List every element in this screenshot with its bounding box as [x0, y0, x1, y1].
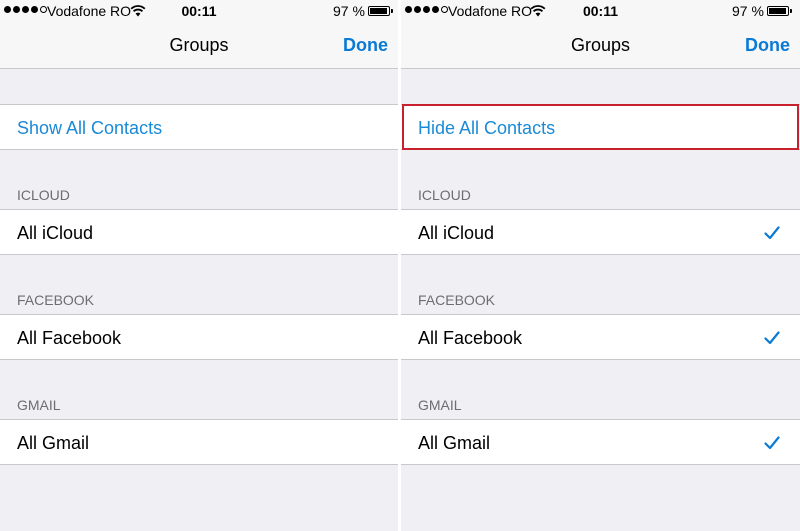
group-label: All iCloud: [418, 223, 495, 243]
navigation-bar: Groups Done: [401, 24, 800, 69]
group-row-facebook[interactable]: All Facebook: [0, 314, 398, 360]
section-header-icloud: ICLOUD: [418, 187, 471, 203]
battery-icon: [767, 6, 792, 16]
screen-before: Vodafone RO 00:11 97 % Groups Done Show …: [0, 0, 398, 531]
battery-percentage: 97 %: [333, 3, 365, 19]
checkmark-icon: [764, 226, 780, 240]
group-row-gmail[interactable]: All Gmail: [0, 419, 398, 465]
show-all-contacts-row[interactable]: Show All Contacts: [0, 104, 398, 150]
group-row-icloud[interactable]: All iCloud: [0, 209, 398, 255]
checkmark-icon: [764, 331, 780, 345]
hide-all-contacts-row[interactable]: Hide All Contacts: [401, 104, 800, 150]
status-bar: Vodafone RO 00:11 97 %: [401, 0, 800, 24]
section-header-facebook: FACEBOOK: [418, 292, 496, 308]
battery-percentage: 97 %: [732, 3, 764, 19]
screen-after: Vodafone RO 00:11 97 % Groups Done Hide …: [401, 0, 800, 531]
group-label: All Facebook: [418, 328, 523, 348]
group-label: All Facebook: [17, 328, 122, 348]
page-title: Groups: [570, 35, 631, 55]
group-label: All Gmail: [418, 433, 491, 453]
group-row-icloud[interactable]: All iCloud: [401, 209, 800, 255]
checkmark-icon: [764, 436, 780, 450]
group-label: All Gmail: [17, 433, 90, 453]
group-row-gmail[interactable]: All Gmail: [401, 419, 800, 465]
section-header-facebook: FACEBOOK: [17, 292, 95, 308]
section-header-gmail: GMAIL: [418, 397, 462, 413]
section-header-gmail: GMAIL: [17, 397, 61, 413]
status-bar: Vodafone RO 00:11 97 %: [0, 0, 398, 24]
battery-icon: [368, 6, 393, 16]
page-title: Groups: [169, 35, 229, 55]
done-button[interactable]: Done: [343, 35, 388, 56]
group-label: All iCloud: [17, 223, 94, 243]
navigation-bar: Groups Done: [0, 24, 398, 69]
toggle-contacts-label: Hide All Contacts: [418, 118, 556, 138]
done-button[interactable]: Done: [745, 35, 790, 56]
toggle-contacts-label: Show All Contacts: [17, 118, 163, 138]
group-row-facebook[interactable]: All Facebook: [401, 314, 800, 360]
section-header-icloud: ICLOUD: [17, 187, 70, 203]
